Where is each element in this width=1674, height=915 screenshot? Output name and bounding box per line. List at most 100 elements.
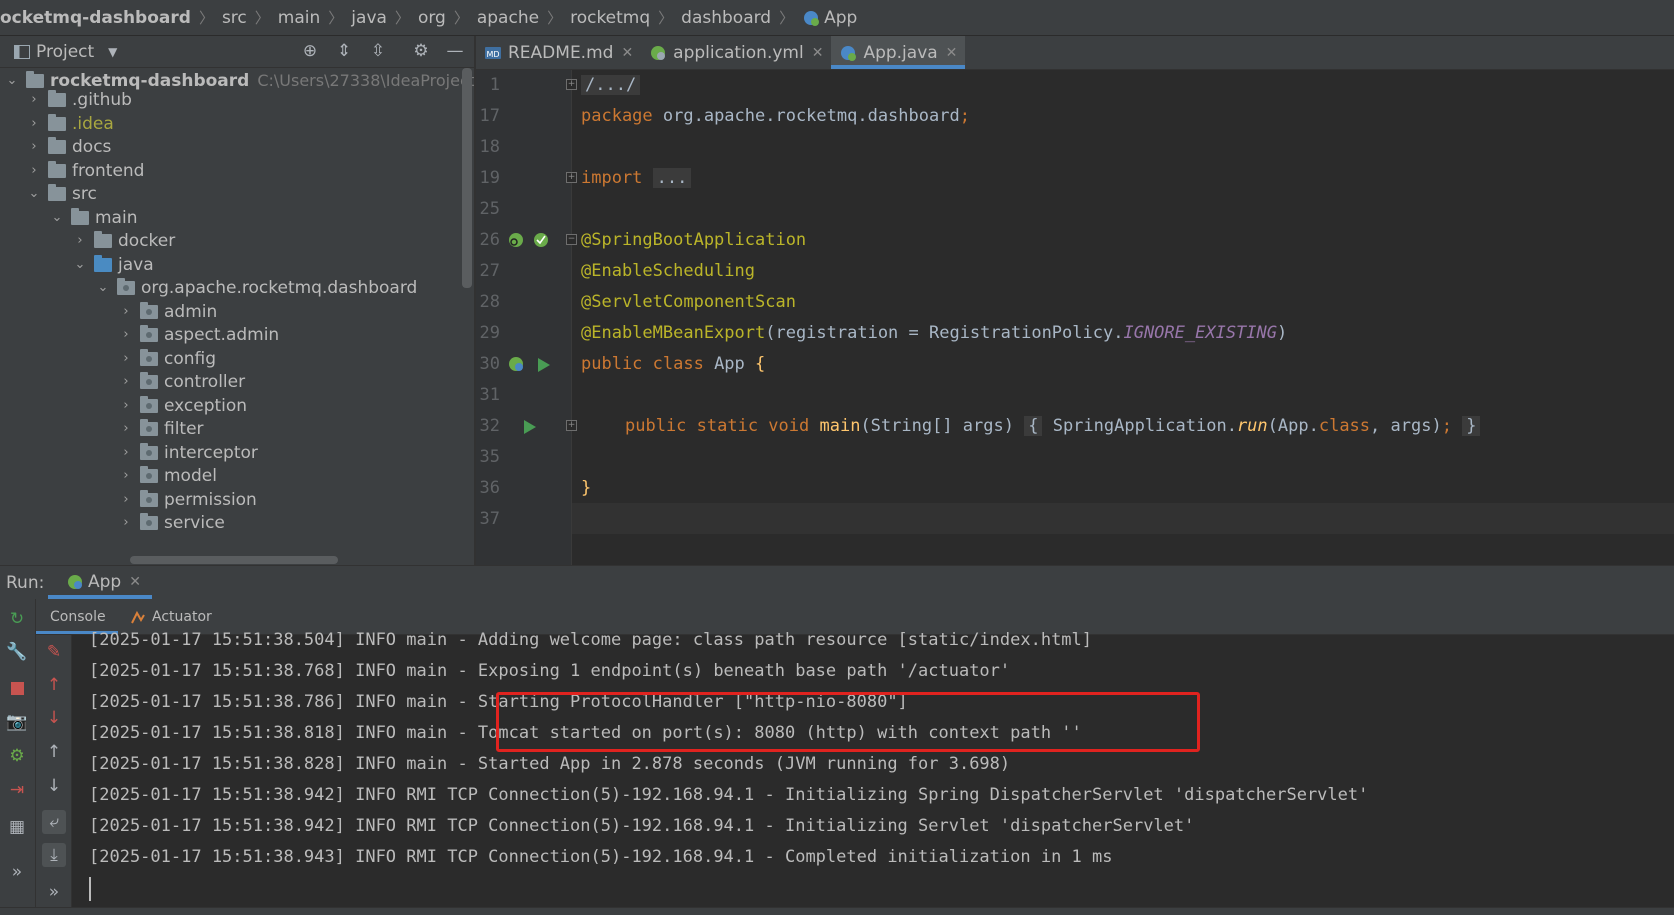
folded-region[interactable]: ...	[652, 168, 692, 188]
chevron-right-icon[interactable]: ›	[118, 468, 134, 483]
locate-icon[interactable]: ⊕	[299, 40, 321, 62]
close-icon[interactable]: ✕	[812, 45, 824, 61]
more-icon[interactable]: »	[5, 860, 29, 884]
spring-config-icon[interactable]	[532, 231, 550, 249]
tree-item-docker[interactable]: › docker	[72, 228, 175, 253]
chevron-right-icon[interactable]: ›	[118, 327, 134, 342]
chevron-right-icon[interactable]: ›	[118, 398, 134, 413]
breadcrumb-item-app[interactable]: App	[824, 8, 857, 28]
tree-item-interceptor[interactable]: › interceptor	[118, 440, 258, 465]
tree-item-service[interactable]: › service	[118, 510, 225, 535]
scroll-to-end-icon[interactable]: ⤓	[42, 843, 66, 867]
tree-item-main[interactable]: ⌄ main	[49, 205, 137, 230]
fold-icon[interactable]: +	[566, 79, 577, 90]
wrench-icon[interactable]: 🔧	[5, 640, 29, 664]
exit-icon[interactable]: ⇥	[5, 778, 29, 802]
chevron-right-icon[interactable]: ›	[118, 445, 134, 460]
tree-item-filter[interactable]: › filter	[118, 416, 204, 441]
tree-item-src[interactable]: ⌄ src	[26, 181, 97, 206]
chevron-right-icon[interactable]: ›	[118, 351, 134, 366]
breadcrumb-item-project[interactable]: ocketmq-dashboard	[0, 8, 191, 28]
breadcrumb-item-src[interactable]: src	[222, 8, 247, 28]
tree-scrollbar-vertical[interactable]	[462, 68, 472, 288]
chevron-right-icon[interactable]: ›	[118, 304, 134, 319]
folded-region[interactable]: {	[1024, 416, 1043, 436]
tree-item-exception[interactable]: › exception	[118, 393, 247, 418]
run-icon[interactable]	[521, 418, 539, 436]
tree-item-model[interactable]: › model	[118, 463, 217, 488]
chevron-right-icon[interactable]: ›	[72, 233, 88, 248]
tree-item-github[interactable]: › .github	[26, 87, 132, 112]
tree-item-admin[interactable]: › admin	[118, 299, 217, 324]
breadcrumb-item-main[interactable]: main	[278, 8, 320, 28]
chevron-right-icon[interactable]: ›	[118, 421, 134, 436]
spring-boot-icon[interactable]	[507, 355, 525, 373]
fold-icon[interactable]: +	[566, 172, 577, 183]
chevron-right-icon[interactable]: ›	[118, 515, 134, 530]
tree-item-controller[interactable]: › controller	[118, 369, 245, 394]
gear-icon[interactable]: ⚙	[410, 40, 432, 62]
arrow-up-icon[interactable]: ↑	[42, 673, 66, 697]
chevron-right-icon[interactable]: ›	[26, 92, 42, 107]
layout-icon[interactable]: ▦	[5, 815, 29, 839]
chevron-right-icon[interactable]: ›	[26, 116, 42, 131]
fold-icon[interactable]: +	[566, 420, 577, 431]
breadcrumb-item-org[interactable]: org	[418, 8, 446, 28]
more-icon[interactable]: »	[42, 880, 66, 904]
run-tab-app[interactable]: App ✕	[64, 565, 143, 599]
chevron-right-icon[interactable]: ›	[26, 163, 42, 178]
scroll-down-icon[interactable]: ↓	[42, 774, 66, 798]
chevron-right-icon[interactable]: ›	[118, 374, 134, 389]
chevron-down-icon[interactable]: ⌄	[26, 186, 42, 201]
chevron-right-icon[interactable]: ›	[26, 139, 42, 154]
close-icon[interactable]: ✕	[946, 45, 958, 61]
folded-region[interactable]: /.../	[581, 75, 641, 95]
chevron-down-icon[interactable]: ⌄	[72, 257, 88, 272]
spring-bean-search-icon[interactable]	[507, 231, 525, 249]
chevron-down-icon[interactable]: ⌄	[4, 73, 20, 88]
chevron-down-icon[interactable]: ⌄	[49, 210, 65, 225]
chevron-down-icon[interactable]: ⌄	[95, 280, 111, 295]
tree-item-docs[interactable]: › docs	[26, 134, 111, 159]
tree-item-idea[interactable]: › .idea	[26, 111, 114, 136]
scroll-up-icon[interactable]: ↑	[42, 740, 66, 764]
tree-item-frontend[interactable]: › frontend	[26, 158, 144, 183]
tree-scrollbar-horizontal[interactable]	[130, 556, 338, 564]
tab-app-java[interactable]: App.java ✕	[831, 36, 966, 69]
breadcrumb-item-rocketmq[interactable]: rocketmq	[570, 8, 650, 28]
code-editor[interactable]	[476, 70, 1674, 565]
console-line: [2025-01-17 15:51:38.504] INFO main - Ad…	[89, 630, 1093, 650]
package-icon	[140, 324, 158, 342]
chevron-down-icon[interactable]: ▼	[108, 45, 117, 59]
project-panel-title[interactable]: Project	[36, 42, 94, 62]
folded-region[interactable]: }	[1462, 416, 1481, 436]
tree-item-package-root[interactable]: ⌄ org.apache.rocketmq.dashboard	[95, 275, 417, 300]
clear-icon[interactable]: ✎	[42, 640, 66, 664]
fold-icon[interactable]: −	[566, 234, 577, 245]
minimize-icon[interactable]: —	[444, 40, 466, 62]
line-number: 27	[479, 261, 500, 281]
chevron-right-icon[interactable]: ›	[118, 492, 134, 507]
rerun-icon[interactable]: ↻	[5, 607, 29, 631]
debug-gear-icon[interactable]: ⚙	[5, 744, 29, 768]
tree-item-config[interactable]: › config	[118, 346, 216, 371]
breadcrumb-item-dashboard[interactable]: dashboard	[681, 8, 771, 28]
collapse-all-icon[interactable]: ⇳	[367, 40, 389, 62]
breadcrumb-item-java[interactable]: java	[351, 8, 387, 28]
close-icon[interactable]: ✕	[129, 574, 141, 590]
code-text: (String[] args)	[860, 416, 1014, 436]
tab-application-yml[interactable]: application.yml ✕	[641, 36, 831, 69]
stop-icon[interactable]	[5, 676, 29, 700]
tree-item-java[interactable]: ⌄ java	[72, 252, 154, 277]
tree-item-label: exception	[164, 395, 248, 416]
breadcrumb-item-apache[interactable]: apache	[477, 8, 539, 28]
tree-item-aspect-admin[interactable]: › aspect.admin	[118, 322, 279, 347]
run-icon[interactable]	[535, 356, 553, 374]
soft-wrap-icon[interactable]: ⤶	[42, 810, 66, 834]
expand-all-icon[interactable]: ⇕	[333, 40, 355, 62]
tab-readme[interactable]: MD README.md ✕	[476, 36, 641, 69]
camera-icon[interactable]: 📷	[5, 710, 29, 734]
tree-item-permission[interactable]: › permission	[118, 487, 257, 512]
arrow-down-icon[interactable]: ↓	[42, 706, 66, 730]
close-icon[interactable]: ✕	[621, 45, 633, 61]
